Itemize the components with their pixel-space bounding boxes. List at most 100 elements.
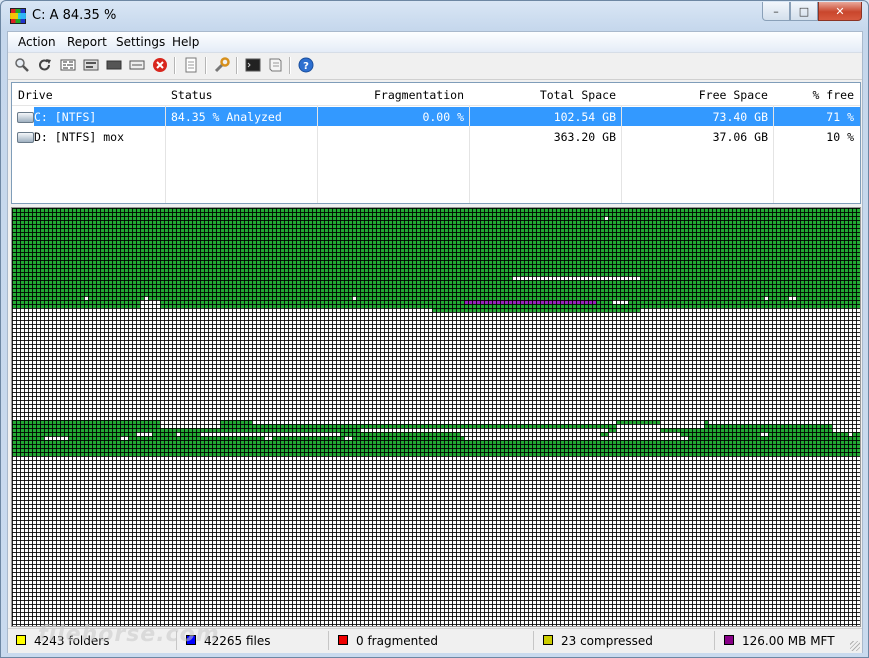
compressed-count: 23 compressed — [561, 634, 653, 648]
column-header-status[interactable]: Status — [171, 88, 213, 102]
free-block — [760, 432, 768, 436]
free-block — [604, 216, 608, 220]
drive-row[interactable]: C: [NTFS] 84.35 % Analyzed 0.00 % 102.54… — [12, 107, 860, 126]
resize-grip[interactable] — [850, 641, 860, 651]
used-block — [600, 300, 612, 304]
free-block — [84, 296, 88, 300]
cluster-map[interactable] — [11, 207, 861, 627]
mft-optimize-icon[interactable] — [129, 57, 145, 73]
defragment-icon[interactable] — [60, 57, 76, 73]
menu-bar: Action Report Settings Help — [8, 32, 862, 53]
quick-optimize-icon[interactable] — [83, 57, 99, 73]
status-files: 42265 files — [186, 634, 271, 648]
help-icon[interactable]: ? — [298, 57, 314, 73]
drive-free-space: 37.06 GB — [712, 130, 768, 144]
boot-script-icon[interactable] — [245, 57, 261, 73]
close-icon: ✕ — [835, 4, 845, 18]
column-header-fragmentation[interactable]: Fragmentation — [374, 88, 464, 102]
menu-settings[interactable]: Settings — [116, 35, 165, 49]
stop-icon[interactable] — [152, 57, 168, 73]
menu-report[interactable]: Report — [67, 35, 107, 49]
drive-free-space: 73.40 GB — [712, 110, 768, 124]
free-block — [616, 424, 660, 432]
status-fragmented: 0 fragmented — [338, 634, 438, 648]
analyze-icon[interactable] — [14, 57, 30, 73]
mft-block — [464, 300, 596, 304]
maximize-button[interactable]: □ — [790, 2, 818, 21]
drive-status: 84.35 % Analyzed — [171, 110, 282, 124]
free-block — [848, 432, 852, 436]
report-icon[interactable] — [183, 57, 199, 73]
repeat-icon[interactable] — [37, 57, 53, 73]
free-block — [344, 436, 352, 440]
used-block — [12, 420, 860, 456]
drive-total-space: 363.20 GB — [553, 130, 616, 144]
column-header-percent-free[interactable]: % free — [812, 88, 854, 102]
drive-percent-free: 71 % — [826, 110, 854, 124]
drive-fragmentation: 0.00 % — [422, 110, 464, 124]
used-block — [160, 296, 300, 308]
hard-drive-icon — [17, 112, 34, 123]
app-window: C: A 84.35 % – □ ✕ Action Report Setting… — [0, 0, 869, 658]
free-block — [176, 432, 180, 436]
free-block — [352, 296, 356, 300]
full-optimize-icon[interactable] — [106, 57, 122, 73]
drive-list: Drive Status Fragmentation Total Space F… — [11, 82, 861, 204]
column-header-total-space[interactable]: Total Space — [540, 88, 616, 102]
free-block — [144, 296, 148, 300]
free-block — [12, 456, 860, 626]
settings-icon[interactable] — [214, 57, 230, 73]
menu-help[interactable]: Help — [172, 35, 199, 49]
free-block — [252, 420, 492, 424]
status-folders: 4243 folders — [16, 634, 109, 648]
minimize-button[interactable]: – — [762, 2, 790, 21]
list-header: Drive Status Fragmentation Total Space F… — [12, 83, 860, 106]
free-block — [612, 300, 628, 304]
window-controls: – □ ✕ — [762, 2, 862, 21]
free-block — [120, 436, 128, 440]
free-block — [492, 420, 616, 424]
drive-row[interactable]: D: [NTFS] mox 363.20 GB 37.06 GB 10 % — [12, 127, 860, 146]
app-icon — [10, 8, 26, 24]
drive-percent-free: 10 % — [826, 130, 854, 144]
fragmented-legend-icon — [338, 635, 348, 645]
client-area: Action Report Settings Help ? Drive Stat… — [7, 31, 863, 653]
column-header-free-space[interactable]: Free Space — [699, 88, 768, 102]
drive-name: C: [NTFS] — [34, 110, 97, 124]
free-block — [44, 436, 68, 440]
files-legend-icon — [186, 635, 196, 645]
maximize-icon: □ — [798, 4, 810, 18]
free-block — [264, 436, 272, 440]
status-compressed: 23 compressed — [543, 634, 653, 648]
folders-count: 4243 folders — [34, 634, 110, 648]
svg-text:?: ? — [303, 61, 309, 72]
script-icon[interactable] — [267, 57, 283, 73]
used-block — [432, 308, 632, 312]
used-block — [632, 308, 640, 312]
free-block — [160, 420, 220, 428]
used-block — [12, 420, 160, 424]
hard-drive-icon — [17, 132, 34, 143]
status-mft: 126.00 MB MFT — [724, 634, 835, 648]
free-block — [136, 432, 152, 436]
close-button[interactable]: ✕ — [818, 2, 862, 21]
free-block — [512, 276, 640, 280]
mft-legend-icon — [724, 635, 734, 645]
column-header-drive[interactable]: Drive — [18, 88, 53, 102]
used-block — [12, 208, 860, 308]
free-block — [832, 424, 860, 432]
drive-name: D: [NTFS] mox — [34, 130, 125, 144]
fragmented-count: 0 fragmented — [356, 634, 438, 648]
mft-size: 126.00 MB MFT — [742, 634, 835, 648]
toolbar: ? — [8, 53, 862, 80]
free-block — [684, 436, 688, 440]
free-block — [764, 296, 768, 300]
minimize-icon: – — [773, 4, 779, 18]
compressed-legend-icon — [543, 635, 553, 645]
free-block — [788, 296, 796, 300]
used-block — [12, 300, 140, 308]
files-count: 42265 files — [204, 634, 271, 648]
title-bar[interactable]: C: A 84.35 % – □ ✕ — [1, 1, 868, 31]
window-title: C: A 84.35 % — [32, 8, 117, 23]
menu-action[interactable]: Action — [18, 35, 56, 49]
